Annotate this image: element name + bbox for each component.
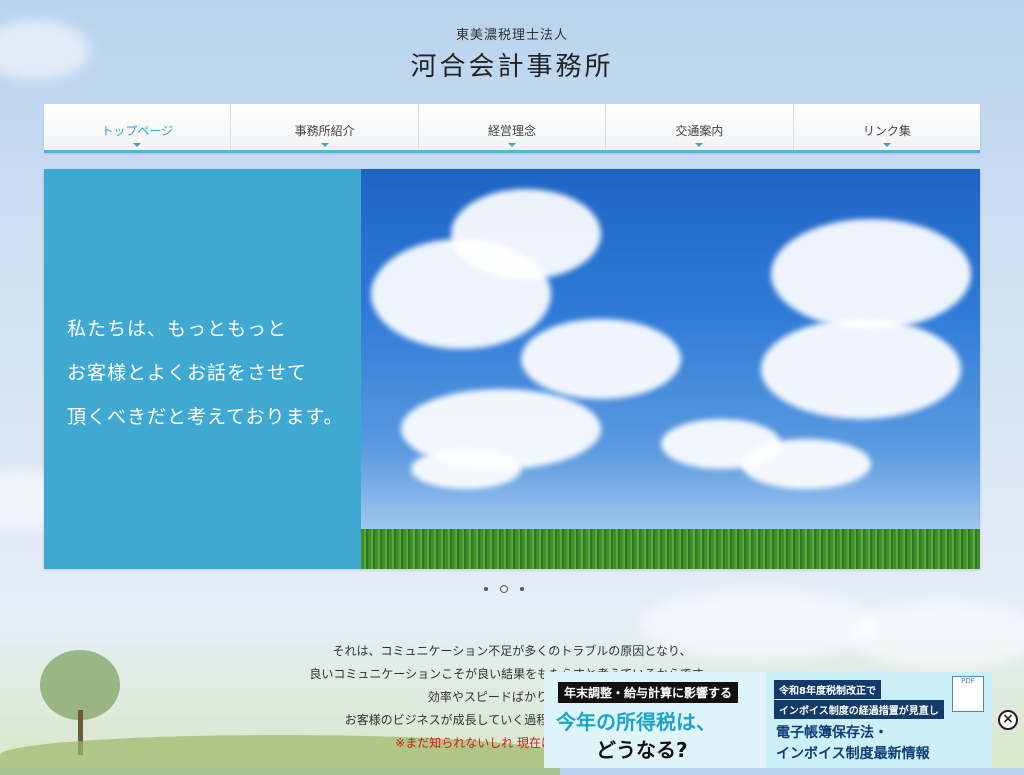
banner-tag: インボイス制度の経過措置が見直し	[774, 700, 944, 719]
hero-line: 頂くべきだと考えております。	[67, 406, 344, 428]
slider-dot-active[interactable]	[500, 585, 508, 593]
slider-dot[interactable]	[520, 587, 524, 591]
ad-banner[interactable]: 年末調整・給与計算に影響する 今年の所得税は、 どうなる? 令和8年度税制改正で…	[544, 672, 992, 768]
slider-dot[interactable]	[484, 587, 488, 591]
close-icon[interactable]: ×	[998, 710, 1018, 730]
banner-subtitle: 年末調整・給与計算に影響する	[558, 682, 739, 703]
hero-message-panel: 私たちは、もっともっと お客様とよくお話をさせて 頂くべきだと考えております。	[44, 169, 361, 569]
pdf-label: PDF	[961, 677, 975, 685]
banner-line: インボイス制度最新情報	[776, 746, 930, 762]
nav-item-label: トップページ	[101, 124, 174, 138]
nav-item-access[interactable]: 交通案内	[606, 104, 794, 150]
global-nav: トップページ 事務所紹介 経営理念 交通案内 リンク集	[44, 104, 980, 153]
banner-invoice[interactable]: 令和8年度税制改正で インボイス制度の経過措置が見直し 電子帳簿保存法・ インボ…	[766, 672, 992, 768]
nav-item-top[interactable]: トップページ	[44, 104, 232, 150]
nav-item-links[interactable]: リンク集	[794, 104, 980, 150]
hero-line: 私たちは、もっともっと	[67, 318, 288, 340]
company-subtitle: 東美濃税理士法人	[455, 28, 568, 43]
nav-item-philosophy[interactable]: 経営理念	[419, 104, 607, 150]
nav-item-label: 交通案内	[675, 124, 724, 138]
banner-line: 電子帳簿保存法・	[776, 725, 888, 741]
background-cloud	[850, 600, 1024, 670]
nav-item-label: 経営理念	[488, 124, 537, 138]
pdf-document-icon: PDF	[952, 676, 984, 712]
hero-sky-image	[361, 169, 980, 569]
caret-down-icon	[882, 143, 891, 147]
nav-item-label: リンク集	[862, 124, 911, 138]
nav-item-about[interactable]: 事務所紹介	[231, 104, 419, 150]
banner-question: どうなる?	[596, 738, 688, 762]
banner-tag: 令和8年度税制改正で	[774, 680, 881, 699]
company-title[interactable]: 河合会計事務所	[0, 46, 1024, 83]
banner-headline: 今年の所得税は、	[556, 710, 716, 734]
nav-item-label: 事務所紹介	[294, 124, 355, 138]
caret-down-icon	[695, 143, 704, 147]
caret-down-icon	[508, 143, 517, 147]
banner-income-tax[interactable]: 年末調整・給与計算に影響する 今年の所得税は、 どうなる?	[544, 672, 766, 768]
caret-down-icon	[320, 143, 329, 147]
grass-strip	[361, 529, 980, 569]
intro-line: それは、コミュニケーション不足が多くのトラブルの原因となり、	[332, 644, 692, 658]
hero-line: お客様とよくお話をさせて	[67, 362, 308, 384]
hero-slider: 私たちは、もっともっと お客様とよくお話をさせて 頂くべきだと考えております。	[44, 169, 980, 569]
slider-pagination	[484, 585, 524, 593]
caret-down-icon	[133, 143, 142, 147]
